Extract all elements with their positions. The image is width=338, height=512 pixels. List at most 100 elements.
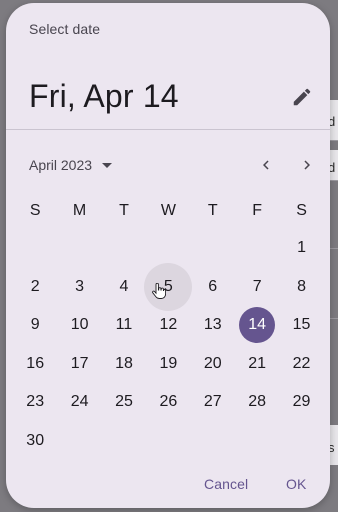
calendar-day-number: 26 bbox=[159, 393, 178, 410]
calendar-day[interactable]: 28 bbox=[235, 383, 279, 421]
calendar-day-number: 17 bbox=[70, 354, 89, 372]
calendar-day-number: 20 bbox=[203, 354, 222, 372]
calendar-day[interactable]: 18 bbox=[102, 345, 146, 383]
calendar-empty-cell bbox=[146, 229, 190, 267]
calendar-day-number: 8 bbox=[297, 277, 306, 295]
weekday-label: T bbox=[119, 202, 129, 219]
calendar-day-number: 28 bbox=[248, 393, 267, 410]
weekday-label: W bbox=[160, 202, 176, 219]
cancel-button[interactable]: Cancel bbox=[204, 476, 248, 492]
calendar-day[interactable]: 16 bbox=[13, 345, 57, 383]
calendar-empty-cell bbox=[13, 229, 57, 267]
calendar-day-number: 23 bbox=[26, 393, 45, 410]
calendar-day[interactable]: 23 bbox=[13, 383, 57, 421]
month-year-label: April 2023 bbox=[29, 157, 93, 173]
calendar-day-number: 7 bbox=[252, 277, 262, 295]
calendar-empty-cell bbox=[191, 229, 235, 267]
next-month-button[interactable] bbox=[293, 151, 321, 179]
chevron-left-icon bbox=[263, 160, 269, 170]
calendar-empty-cell bbox=[191, 422, 235, 460]
calendar-day-number: 25 bbox=[115, 393, 133, 410]
calendar-week-row: 1 bbox=[13, 229, 324, 267]
calendar-day[interactable]: 3 bbox=[57, 268, 101, 306]
calendar-week-row: 23 24 25 26 27 28 29 bbox=[13, 383, 324, 421]
calendar-day-number: 24 bbox=[70, 393, 89, 410]
calendar-day[interactable]: 6 bbox=[191, 268, 235, 306]
calendar-day-number: 22 bbox=[292, 354, 311, 372]
weekday-label: S bbox=[296, 202, 307, 219]
selected-date-display: Fri, Apr 14 bbox=[29, 78, 179, 114]
pencil-icon bbox=[293, 88, 311, 106]
calendar-day-number: 3 bbox=[75, 277, 85, 295]
calendar-empty-cell bbox=[102, 422, 146, 460]
calendar-day-number: 6 bbox=[208, 277, 218, 295]
caret-down-icon bbox=[102, 162, 113, 168]
calendar-day-number: 19 bbox=[159, 354, 178, 372]
calendar-empty-cell bbox=[235, 229, 279, 267]
weekday-label: M bbox=[72, 202, 87, 219]
calendar-day[interactable]: 15 bbox=[279, 306, 323, 344]
calendar-day[interactable]: 30 bbox=[13, 422, 57, 460]
calendar-empty-cell bbox=[102, 229, 146, 267]
calendar-day-number: 10 bbox=[70, 316, 89, 333]
calendar-empty-cell bbox=[57, 229, 101, 267]
calendar-day[interactable]: 25 bbox=[102, 383, 146, 421]
calendar-day[interactable]: 4 bbox=[102, 268, 146, 306]
calendar-day-number: 27 bbox=[203, 393, 222, 410]
weekday-label: F bbox=[252, 202, 263, 219]
calendar-day[interactable]: 13 bbox=[191, 306, 235, 344]
calendar-day-number: 29 bbox=[292, 393, 311, 410]
calendar-day[interactable]: 1 bbox=[279, 229, 323, 267]
calendar-day[interactable]: 20 bbox=[191, 345, 235, 383]
calendar-day[interactable]: 14 bbox=[235, 306, 279, 344]
calendar-day[interactable]: 8 bbox=[279, 268, 323, 306]
calendar-day-number: 30 bbox=[26, 431, 45, 449]
ok-button[interactable]: OK bbox=[286, 476, 306, 492]
calendar-day[interactable]: 27 bbox=[191, 383, 235, 421]
calendar-empty-cell bbox=[279, 422, 323, 460]
calendar-day-number: 12 bbox=[159, 316, 178, 333]
calendar-day[interactable]: 22 bbox=[279, 345, 323, 383]
month-year-dropdown[interactable]: April 2023 bbox=[29, 153, 113, 177]
hand-pointer-icon bbox=[152, 283, 166, 299]
calendar-day-number: 21 bbox=[248, 354, 267, 372]
calendar-day-number: 9 bbox=[30, 316, 40, 333]
calendar-week-row: 16 17 18 19 20 21 22 bbox=[13, 345, 324, 383]
calendar-week-row: 2345678 bbox=[13, 268, 324, 306]
calendar-day-number: 15 bbox=[292, 316, 311, 333]
previous-month-button[interactable] bbox=[252, 151, 280, 179]
calendar-day[interactable]: 2 bbox=[13, 268, 57, 306]
calendar-day[interactable]: 26 bbox=[146, 383, 190, 421]
weekday-label: S bbox=[29, 202, 41, 219]
calendar-empty-cell bbox=[146, 422, 190, 460]
header-divider bbox=[6, 129, 330, 130]
calendar-day-number: 18 bbox=[115, 354, 133, 372]
calendar-day-number: 1 bbox=[297, 239, 306, 256]
calendar-day[interactable]: 21 bbox=[235, 345, 279, 383]
date-picker-dialog: Select date Fri, Apr 14 April 2023 S M T… bbox=[6, 3, 330, 508]
weekday-label: T bbox=[207, 202, 218, 219]
calendar-week-row: 30 bbox=[13, 422, 324, 460]
calendar-day[interactable]: 29 bbox=[279, 383, 323, 421]
calendar-day[interactable]: 7 bbox=[235, 268, 279, 306]
chevron-right-icon bbox=[304, 160, 310, 170]
calendar-empty-cell bbox=[235, 422, 279, 460]
calendar-day[interactable]: 9 bbox=[13, 306, 57, 344]
calendar-day-number: 14 bbox=[248, 316, 267, 333]
calendar-day-number: 2 bbox=[30, 277, 40, 295]
edit-input-mode-button[interactable] bbox=[290, 85, 314, 109]
calendar-day-number: 11 bbox=[115, 316, 133, 333]
calendar-week-row: 9 10 11 12 13 14 15 bbox=[13, 306, 324, 344]
calendar-day[interactable]: 10 bbox=[57, 306, 101, 344]
weekday-header-row: S M T W T F S bbox=[13, 199, 324, 223]
calendar-day[interactable]: 17 bbox=[57, 345, 101, 383]
calendar-day-number: 13 bbox=[203, 316, 222, 333]
calendar-day[interactable]: 24 bbox=[57, 383, 101, 421]
calendar-day[interactable]: 11 bbox=[102, 306, 146, 344]
calendar-day-number: 16 bbox=[26, 354, 45, 372]
calendar-day[interactable]: 19 bbox=[146, 345, 190, 383]
calendar-day-number: 4 bbox=[119, 277, 129, 295]
dialog-headline-label: Select date bbox=[29, 21, 101, 37]
calendar-empty-cell bbox=[57, 422, 101, 460]
calendar-day[interactable]: 12 bbox=[146, 306, 190, 344]
